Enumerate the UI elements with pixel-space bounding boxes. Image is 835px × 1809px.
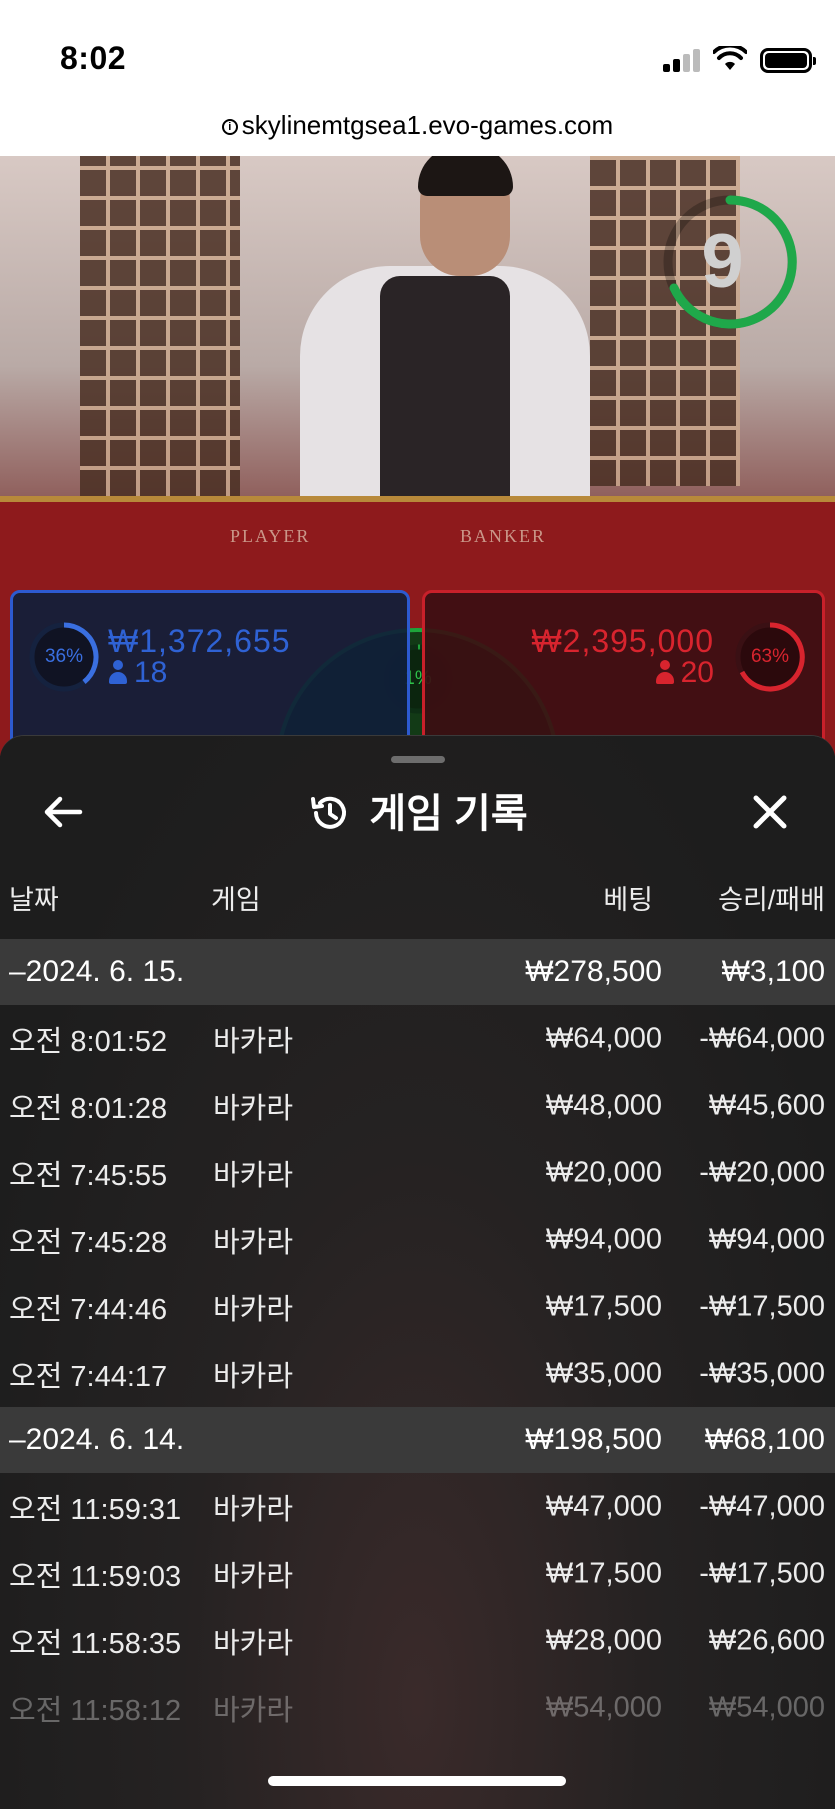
row-game: 바카라	[213, 1627, 294, 1660]
row-win-loss: -₩20,000	[699, 1156, 825, 1188]
row-win-loss: ₩26,600	[708, 1624, 825, 1656]
battery-icon	[760, 48, 816, 73]
row-time: 오전 7:44:17	[9, 1360, 168, 1393]
table-row[interactable]: 오전 7:45:55 바카라 ₩20,000 -₩20,000	[0, 1139, 835, 1206]
player-total-amount: ₩1,372,655	[108, 623, 291, 659]
history-icon	[311, 796, 347, 829]
cellular-signal-icon	[663, 48, 703, 72]
row-win-loss: ₩54,000	[708, 1691, 825, 1723]
day-summary-row[interactable]: –2024. 6. 15. ₩278,500 ₩3,100	[0, 939, 835, 1005]
banker-bettor-count: 20	[655, 656, 714, 690]
sheet-title-text: 게임 기록	[369, 792, 528, 836]
column-header-date: 날짜	[9, 885, 59, 915]
player-percent: 36%	[44, 646, 84, 667]
person-icon	[655, 660, 675, 684]
sheet-drag-handle[interactable]	[391, 756, 445, 763]
url-text: skylinemtgsea1.evo-games.com	[241, 110, 614, 140]
row-time: 오전 11:58:35	[9, 1627, 182, 1660]
history-table: –2024. 6. 15. ₩278,500 ₩3,100 오전 8:01:52…	[0, 939, 835, 1741]
day-summary-row[interactable]: –2024. 6. 14. ₩198,500 ₩68,100	[0, 1407, 835, 1473]
row-bet: ₩48,000	[545, 1089, 662, 1121]
row-game: 바카라	[213, 1694, 294, 1727]
player-bettor-count: 18	[108, 656, 167, 690]
row-time: 오전 8:01:28	[9, 1092, 168, 1125]
day-bet-total: ₩278,500	[525, 955, 662, 988]
day-bet-total: ₩198,500	[525, 1423, 662, 1456]
row-bet: ₩35,000	[545, 1357, 662, 1389]
row-time: 오전 11:59:03	[9, 1560, 182, 1593]
column-header-game: 게임	[211, 885, 261, 915]
row-game: 바카라	[213, 1092, 294, 1125]
row-time: 오전 7:45:55	[9, 1159, 168, 1192]
row-time: 오전 11:58:12	[9, 1694, 182, 1727]
row-bet: ₩47,000	[545, 1490, 662, 1522]
row-bet: ₩94,000	[545, 1223, 662, 1255]
row-time: 오전 11:59:31	[9, 1493, 182, 1526]
table-row[interactable]: 오전 7:44:17 바카라 ₩35,000 -₩35,000	[0, 1340, 835, 1407]
row-win-loss: -₩35,000	[699, 1357, 825, 1389]
row-game: 바카라	[213, 1493, 294, 1526]
table-row[interactable]: 오전 7:45:28 바카라 ₩94,000 ₩94,000	[0, 1206, 835, 1273]
row-win-loss: ₩94,000	[708, 1223, 825, 1255]
home-indicator[interactable]	[268, 1776, 566, 1786]
row-time: 오전 7:44:46	[9, 1293, 168, 1326]
row-game: 바카라	[213, 1025, 294, 1058]
day-date: –2024. 6. 15.	[9, 955, 185, 988]
table-row[interactable]: 오전 11:58:12 바카라 ₩54,000 ₩54,000	[0, 1674, 835, 1741]
row-time: 오전 8:01:52	[9, 1025, 168, 1058]
banker-total-amount: ₩2,395,000	[531, 623, 714, 659]
countdown-number: 9	[701, 219, 744, 304]
row-game: 바카라	[213, 1560, 294, 1593]
table-row[interactable]: 오전 11:59:31 바카라 ₩47,000 -₩47,000	[0, 1473, 835, 1540]
row-game: 바카라	[213, 1360, 294, 1393]
table-header: 날짜 게임 베팅 승리/패배	[0, 866, 835, 920]
address-bar[interactable]: i skylinemtgsea1.evo-games.com	[0, 100, 835, 156]
status-bar: 8:02	[0, 0, 835, 100]
table-row[interactable]: 오전 11:58:35 바카라 ₩28,000 ₩26,600	[0, 1607, 835, 1674]
sheet-title: 게임 기록	[0, 786, 835, 842]
felt-player-label: PLAYER	[230, 526, 311, 546]
row-game: 바카라	[213, 1293, 294, 1326]
day-win-loss-total: ₩3,100	[721, 955, 825, 988]
info-icon[interactable]: i	[221, 119, 238, 135]
person-icon	[108, 660, 128, 684]
row-bet: ₩54,000	[545, 1691, 662, 1723]
row-game: 바카라	[213, 1226, 294, 1259]
row-bet: ₩64,000	[545, 1022, 662, 1054]
status-time: 8:02	[60, 40, 127, 76]
close-icon[interactable]	[746, 788, 794, 836]
decorative-screen	[80, 156, 240, 496]
row-bet: ₩28,000	[545, 1624, 662, 1656]
row-bet: ₩20,000	[545, 1156, 662, 1188]
row-win-loss: -₩17,500	[699, 1557, 825, 1589]
row-win-loss: ₩45,600	[708, 1089, 825, 1121]
felt-banker-label: BANKER	[460, 526, 547, 546]
row-game: 바카라	[213, 1159, 294, 1192]
day-win-loss-total: ₩68,100	[704, 1423, 825, 1456]
table-row[interactable]: 오전 8:01:52 바카라 ₩64,000 -₩64,000	[0, 1005, 835, 1072]
game-history-sheet: 게임 기록 날짜 게임 베팅 승리/패배 –2024. 6. 15. ₩278,…	[0, 735, 835, 1809]
row-win-loss: -₩17,500	[699, 1290, 825, 1322]
wifi-icon	[713, 46, 747, 70]
row-bet: ₩17,500	[545, 1290, 662, 1322]
row-win-loss: -₩64,000	[699, 1022, 825, 1054]
table-row[interactable]: 오전 7:44:46 바카라 ₩17,500 -₩17,500	[0, 1273, 835, 1340]
column-header-bet: 베팅	[603, 885, 653, 915]
table-row[interactable]: 오전 11:59:03 바카라 ₩17,500 -₩17,500	[0, 1540, 835, 1607]
column-header-win-loss: 승리/패배	[718, 885, 825, 915]
day-date: –2024. 6. 14.	[9, 1423, 185, 1456]
row-time: 오전 7:45:28	[9, 1226, 168, 1259]
banker-percent: 63%	[750, 646, 790, 667]
row-bet: ₩17,500	[545, 1557, 662, 1589]
row-win-loss: -₩47,000	[699, 1490, 825, 1522]
table-row[interactable]: 오전 8:01:28 바카라 ₩48,000 ₩45,600	[0, 1072, 835, 1139]
